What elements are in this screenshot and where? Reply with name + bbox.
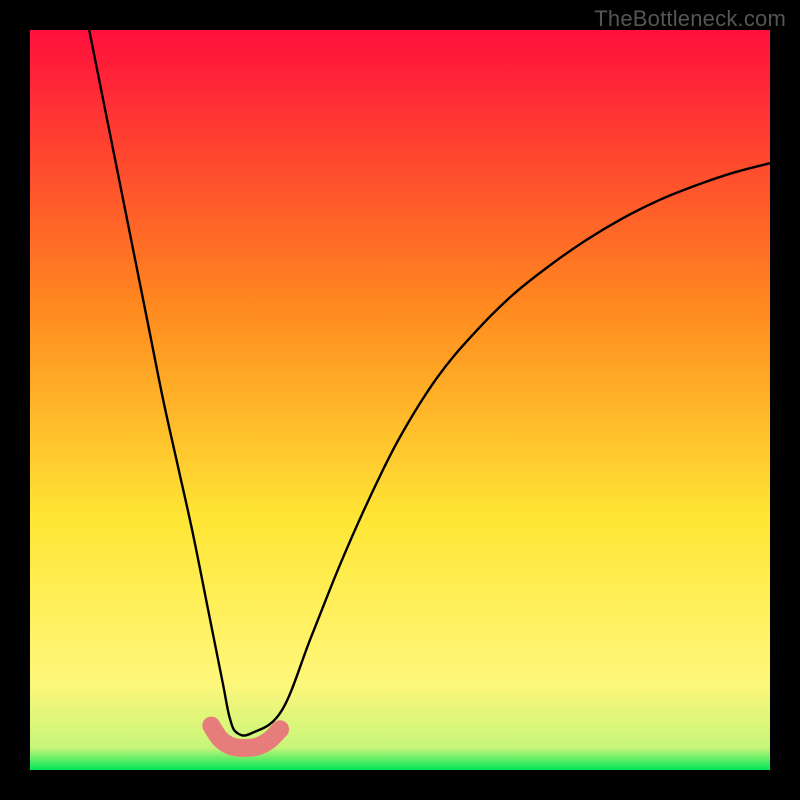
marker-dot — [252, 740, 264, 752]
watermark-text: TheBottleneck.com — [594, 6, 786, 32]
marker-dot — [263, 734, 275, 746]
bottleneck-chart — [30, 30, 770, 770]
plot-area — [30, 30, 770, 770]
marker-dot — [205, 720, 217, 732]
gradient-background — [30, 30, 770, 770]
marker-dot — [274, 723, 286, 735]
